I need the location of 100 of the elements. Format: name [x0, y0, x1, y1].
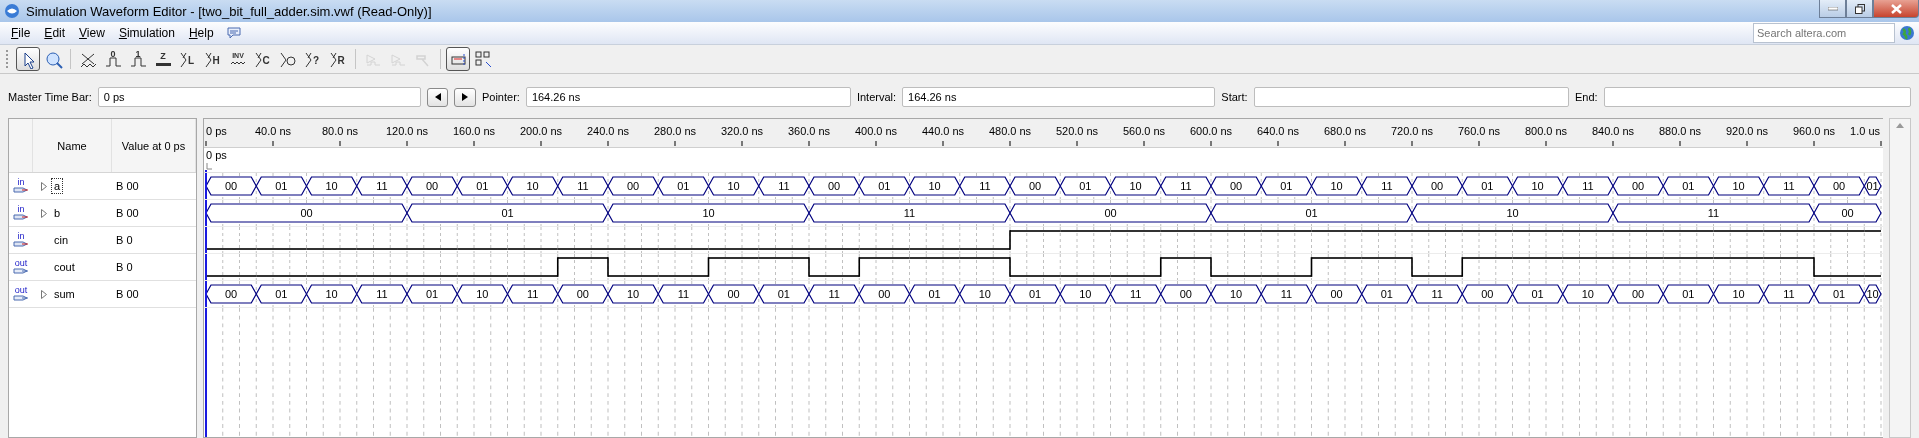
close-button[interactable]	[1873, 0, 1919, 18]
bus-value: 00	[1029, 180, 1042, 192]
bus-segment	[406, 176, 459, 196]
bus-value: 01	[426, 288, 439, 300]
menu-item[interactable]: Help	[181, 26, 221, 40]
restore-button[interactable]	[1846, 0, 1873, 18]
time-tick-label: 400.0 ns	[855, 125, 898, 137]
bus-value: 11	[376, 288, 388, 300]
expand-icon[interactable]	[41, 208, 47, 218]
signal-row[interactable]: out cout B 0	[9, 254, 197, 281]
bus-segment	[858, 284, 911, 304]
bus-segment	[456, 284, 509, 304]
scrollbar[interactable]	[1889, 118, 1911, 438]
end-field[interactable]	[1603, 87, 1911, 107]
globe-icon[interactable]	[1899, 25, 1915, 41]
signal-name[interactable]: cin	[52, 233, 71, 247]
bus-value: 11	[1783, 288, 1795, 300]
bus-segment	[406, 284, 459, 304]
toolbar-button[interactable]	[16, 47, 40, 71]
menu-item[interactable]: Edit	[37, 26, 73, 40]
bus-value: 00	[1179, 288, 1193, 300]
bus-segment	[1511, 176, 1564, 196]
bus-segment	[908, 284, 961, 304]
bus-value: 10	[1866, 288, 1879, 300]
toolbar-button[interactable]	[446, 47, 470, 71]
interval-field[interactable]: 164.26 ns	[902, 87, 1216, 107]
bus-value: 11	[677, 288, 690, 300]
toolbar-button[interactable]: R	[326, 47, 350, 71]
signal-name[interactable]: cout	[52, 260, 77, 274]
signal-row[interactable]: in b B 00	[9, 200, 197, 227]
bus-segment	[1059, 284, 1112, 304]
bus-segment	[657, 176, 710, 196]
bus-segment	[506, 176, 559, 196]
pin-arrow-icon	[13, 213, 29, 221]
time-tick-label: 440.0 ns	[922, 125, 965, 137]
bus-segment	[255, 284, 308, 304]
bus-value: 00	[1431, 180, 1444, 192]
pointer-field[interactable]: 164.26 ns	[525, 87, 851, 107]
signal-name[interactable]: a	[52, 179, 63, 193]
toolbar-button[interactable]: H	[201, 47, 225, 71]
bus-segment	[758, 284, 810, 304]
zoom-icon	[43, 49, 63, 69]
previous-button[interactable]	[426, 87, 449, 107]
toolbar-button[interactable]: 0	[101, 47, 125, 71]
bus-value: 11	[903, 207, 916, 219]
bus-value: 11	[778, 180, 790, 192]
pin-direction: out	[9, 286, 33, 302]
bus-value: 10	[627, 288, 640, 300]
next-button[interactable]	[454, 87, 476, 107]
bus-segment	[557, 284, 609, 304]
bus-value: 01	[501, 207, 514, 219]
bus-segment	[1562, 284, 1614, 304]
signal-name[interactable]: b	[52, 206, 63, 220]
speech-bubble-icon[interactable]	[226, 26, 241, 40]
field-label: End:	[1574, 91, 1598, 103]
toolbar-button[interactable]: 1	[126, 47, 150, 71]
bus-segment	[356, 176, 408, 196]
right-triangle-icon	[462, 93, 469, 101]
bus-value: 11	[828, 288, 840, 300]
signal-row[interactable]: in a B 00	[9, 173, 197, 200]
pin-arrow-icon	[13, 294, 29, 302]
time-tick-label: 320.0 ns	[721, 125, 764, 137]
bus-value: 00	[576, 288, 590, 300]
bus-segment	[1160, 284, 1212, 304]
bus-value: 00	[1833, 180, 1846, 192]
expand-icon[interactable]	[41, 289, 47, 299]
bus-value: 11	[1783, 180, 1795, 192]
bus-segment	[657, 284, 710, 304]
time-tick-label: 840.0 ns	[1592, 125, 1635, 137]
field-label: Interval:	[856, 91, 897, 103]
bus-value: 00	[1632, 288, 1645, 300]
bus-value: 01	[878, 180, 891, 192]
toolbar-button[interactable]: L	[176, 47, 200, 71]
bus-value: 01	[928, 288, 941, 300]
bus-value: 10	[1230, 288, 1243, 300]
search-field[interactable]: Search altera.com	[1753, 23, 1895, 43]
signal-row[interactable]: out sum B 00	[9, 281, 197, 308]
bus-value: 01	[1305, 207, 1318, 219]
bus-value: 00	[828, 180, 841, 192]
menu-item[interactable]: File	[4, 26, 38, 40]
toolbar-button[interactable]: Z	[151, 47, 175, 71]
signal-row[interactable]: in cin B 0	[9, 227, 197, 254]
toolbar-button[interactable]: ?	[301, 47, 325, 71]
bus-segment	[1662, 176, 1715, 196]
bus-segment	[808, 284, 861, 304]
master-time-field[interactable]: 0 ps	[97, 87, 421, 107]
bus-segment	[1763, 284, 1815, 304]
bus-value: 01	[1682, 180, 1695, 192]
toolbar-button[interactable]: C	[251, 47, 275, 71]
time-tick-label: 920.0 ns	[1726, 125, 1769, 137]
menu-item[interactable]: View	[72, 26, 112, 40]
pin-direction: out	[9, 259, 33, 275]
start-field[interactable]	[1253, 87, 1569, 107]
signal-name[interactable]: sum	[52, 287, 77, 301]
bus-value: 01	[275, 180, 288, 192]
pin-arrow-icon	[13, 267, 29, 275]
menu-item[interactable]: Simulation	[111, 26, 182, 40]
bus-value: 01	[1833, 288, 1846, 300]
minimize-icon	[1827, 6, 1838, 11]
expand-icon[interactable]	[41, 181, 47, 191]
